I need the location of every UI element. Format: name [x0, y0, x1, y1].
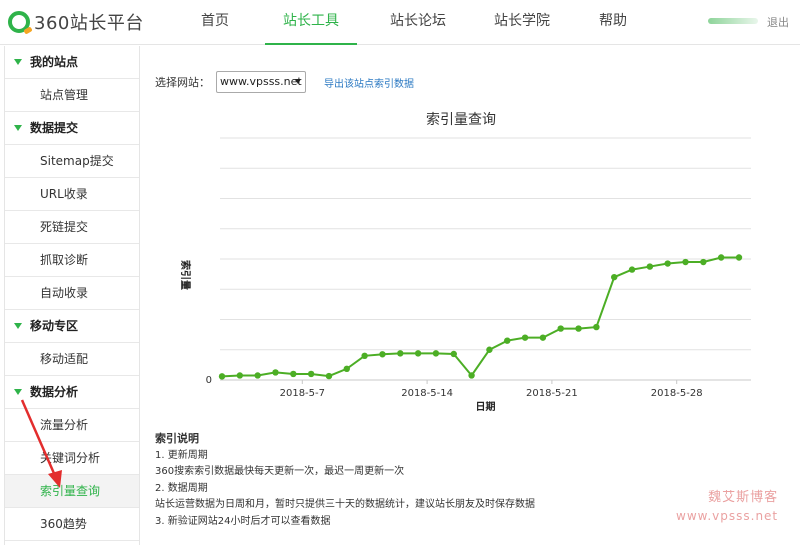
sidebar-item-keyword-analysis[interactable]: 关键词分析: [5, 442, 139, 475]
data-point: [539, 334, 547, 341]
data-point: [343, 365, 350, 373]
sidebar-item-mobile-adapt[interactable]: 移动适配: [5, 343, 139, 376]
data-point: [397, 350, 404, 357]
sidebar-group-label: 移动专区: [30, 318, 79, 333]
caret-down-icon: [14, 323, 22, 329]
data-point: [611, 273, 618, 281]
data-point: [664, 260, 671, 267]
chart-title: 索引量查询: [426, 112, 496, 128]
sidebar-group-label: 数据提交: [30, 120, 79, 135]
watermark-title: 魏艾斯博客: [708, 490, 779, 505]
data-point: [379, 351, 386, 358]
sidebar-item-sitemap[interactable]: Sitemap提交: [5, 145, 139, 178]
caret-down-icon: [14, 125, 22, 131]
watermark: 魏艾斯博客 www.vpsss.net: [676, 486, 778, 523]
notes-line: 1. 更新周期: [155, 449, 208, 461]
data-point: [593, 323, 600, 331]
y-axis-label: 索引量: [179, 260, 192, 290]
data-point: [735, 254, 743, 261]
site-selector-row: 选择网站： www.vpsss.net 导出该站点索引数据: [155, 71, 414, 93]
series-line: [221, 256, 739, 378]
index-chart: 索引量查询 2018-5-7 2018-5-14 2018-5-21 2018-5-2…: [141, 106, 800, 416]
user-name-masked[interactable]: [708, 18, 758, 24]
site-select-label: 选择网站：: [155, 76, 210, 89]
data-point: [272, 369, 279, 376]
sidebar-item-traffic-analysis[interactable]: 流量分析: [5, 409, 139, 442]
notes-line: 站长运营数据为日周和月，暂时只提供三十天的数据统计，建议站长朋友及时保存数据: [155, 499, 535, 510]
data-point: [700, 258, 707, 266]
logout-link[interactable]: 退出: [767, 14, 789, 30]
data-point: [414, 350, 422, 357]
nav-home[interactable]: 首页: [175, 0, 255, 45]
data-point: [504, 337, 511, 344]
data-point: [361, 352, 368, 359]
caret-down-icon: [14, 59, 22, 65]
data-point: [468, 372, 475, 379]
chart-canvas: 2018-5-7 2018-5-14 2018-5-21 2018-5-28 0 日期 索引…: [179, 137, 751, 413]
data-point: [432, 350, 440, 357]
data-point: [307, 370, 315, 378]
data-point: [450, 350, 457, 358]
nav-help[interactable]: 帮助: [583, 0, 643, 45]
caret-down-icon: [14, 389, 22, 395]
top-navbar: 360站长平台 首页 站长工具 站长论坛 站长学院 帮助 退出: [0, 0, 800, 45]
sidebar-group-data-analysis[interactable]: 数据分析: [5, 376, 139, 409]
site-select-value: www.vpsss.net: [220, 75, 302, 88]
x-tick-label: 2018-5-14: [401, 388, 453, 399]
main-nav: 首页 站长工具 站长论坛 站长学院 帮助: [175, 0, 643, 45]
x-tick-label: 2018-5-28: [651, 388, 703, 399]
logo-text: 360站长平台: [34, 13, 144, 34]
sidebar: 我的站点 站点管理 数据提交 Sitemap提交 URL收录 死链提交 抓取诊断…: [4, 46, 140, 545]
site-select[interactable]: www.vpsss.net: [216, 71, 306, 93]
x-tick-label: 2018-5-21: [526, 388, 578, 399]
sidebar-item-url-submit[interactable]: URL收录: [5, 178, 139, 211]
data-point: [325, 372, 333, 380]
data-point: [218, 373, 226, 380]
watermark-url: www.vpsss.net: [676, 509, 779, 523]
sidebar-group-mobile[interactable]: 移动专区: [5, 310, 139, 343]
sidebar-item-dead-links[interactable]: 死链提交: [5, 211, 139, 244]
sidebar-item-crawl-diagnosis[interactable]: 抓取诊断: [5, 244, 139, 277]
notes-line: 2. 数据周期: [155, 482, 208, 494]
data-point: [254, 372, 261, 379]
sidebar-group-my-sites[interactable]: 我的站点: [5, 46, 139, 79]
notes-title: 索引说明: [155, 432, 199, 445]
data-point: [521, 334, 529, 341]
data-point: [236, 372, 244, 379]
sidebar-item-360-trend[interactable]: 360趋势: [5, 508, 139, 541]
notes-line: 360搜索索引数据最快每天更新一次，最迟一周更新一次: [155, 466, 405, 477]
site-logo[interactable]: 360站长平台: [8, 9, 144, 35]
sidebar-item-site-management[interactable]: 站点管理: [5, 79, 139, 112]
sidebar-group-label: 我的站点: [30, 54, 79, 69]
notes-line: 3. 新验证网站24小时后才可以查看数据: [155, 515, 331, 527]
logo-icon: [8, 11, 30, 33]
nav-academy[interactable]: 站长学院: [476, 0, 568, 45]
export-index-data-link[interactable]: 导出该站点索引数据: [324, 75, 414, 90]
data-point: [486, 346, 493, 353]
data-point: [717, 254, 725, 261]
index-notes: 索引说明 1. 更新周期 360搜索索引数据最快每天更新一次，最迟一周更新一次 …: [155, 431, 535, 530]
nav-forum[interactable]: 站长论坛: [372, 0, 464, 45]
data-point: [575, 325, 582, 332]
sidebar-item-index-query[interactable]: 索引量查询: [5, 475, 139, 508]
x-tick-label: 2018-5-7: [280, 388, 325, 399]
data-point: [646, 263, 654, 270]
sidebar-group-label: 数据分析: [30, 384, 79, 399]
nav-webmaster-tools[interactable]: 站长工具: [265, 0, 357, 45]
data-point: [682, 258, 689, 266]
y-tick-label: 0: [206, 375, 212, 386]
data-point: [290, 370, 297, 378]
sidebar-group-data-submit[interactable]: 数据提交: [5, 112, 139, 145]
data-point: [628, 266, 636, 273]
main-content: 选择网站： www.vpsss.net 导出该站点索引数据 索引量查询 2018…: [141, 46, 800, 545]
x-axis-label: 日期: [476, 400, 496, 413]
sidebar-item-auto-index[interactable]: 自动收录: [5, 277, 139, 310]
data-point: [557, 325, 564, 332]
dropdown-arrow-icon: [295, 79, 301, 84]
